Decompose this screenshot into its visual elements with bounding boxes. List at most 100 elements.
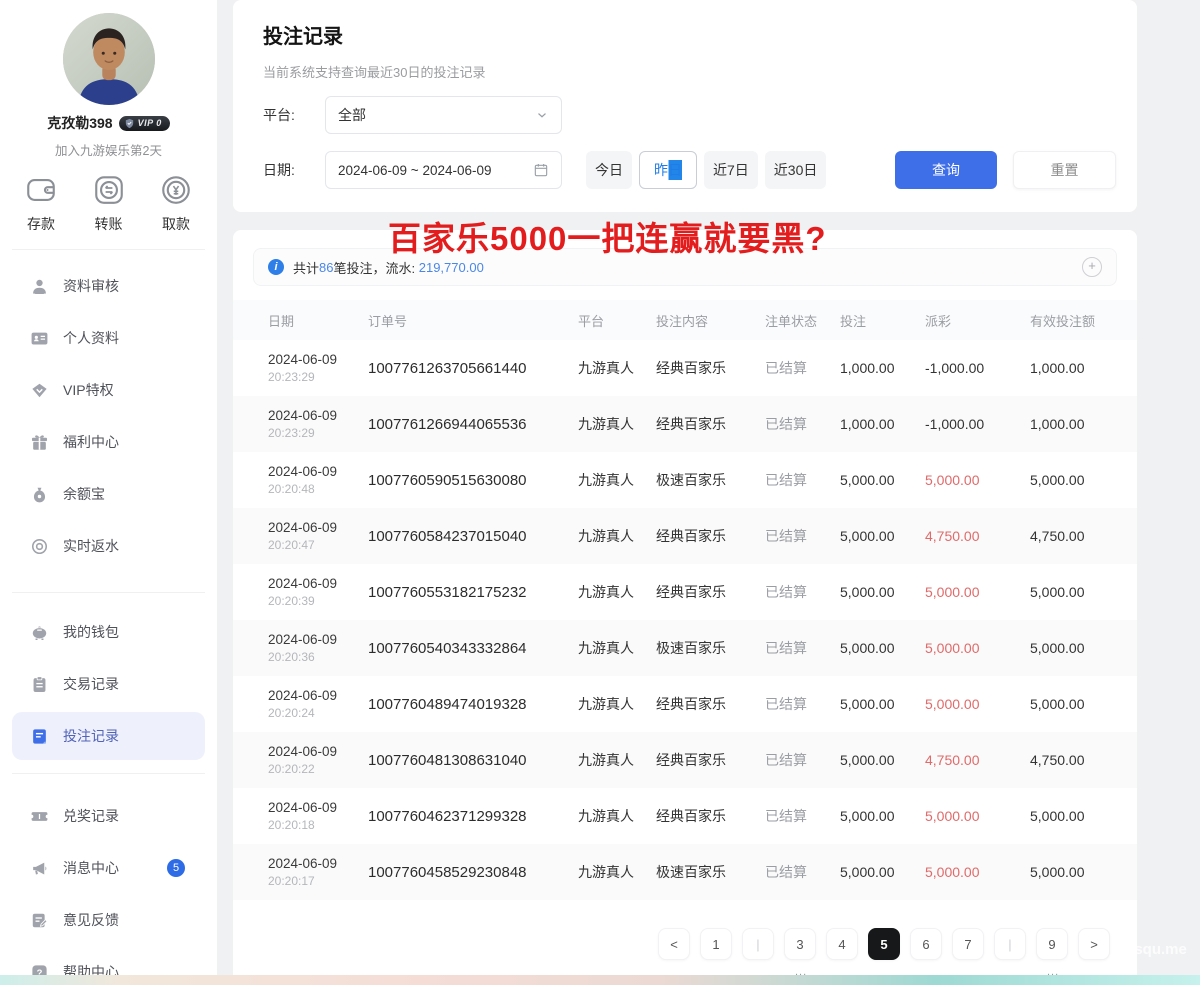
- sidebar-item-wallet[interactable]: 我的钱包: [0, 606, 217, 658]
- summary-count: 86: [319, 260, 333, 275]
- wallet-icon: [24, 173, 58, 207]
- sidebar-group-account: 资料审核 个人资料 VIP特权 福利中心: [0, 250, 217, 572]
- pagination-page-7[interactable]: 7: [952, 928, 984, 960]
- id-card-icon: [30, 329, 49, 348]
- sidebar-item-label: 资料审核: [63, 276, 119, 296]
- pagination: < 1 | 3 4 5 6 7 | 9 >: [233, 928, 1137, 960]
- deposit-label: 存款: [27, 214, 55, 234]
- summary-middle: 笔投注，流水:: [333, 258, 415, 277]
- table-row: 2024-06-0920:20:36 1007760540343332864 九…: [233, 620, 1137, 676]
- table-row: 2024-06-0920:20:18 1007760462371299328 九…: [233, 788, 1137, 844]
- vip-diamond-icon: [30, 381, 49, 400]
- col-status: 注单状态: [765, 311, 840, 330]
- pagination-page-3[interactable]: 3: [784, 928, 816, 960]
- pagination-page-4[interactable]: 4: [826, 928, 858, 960]
- sidebar-item-rebate[interactable]: 实时返水: [0, 520, 217, 572]
- piggy-bank-icon: [30, 623, 49, 642]
- ticket-icon: [30, 807, 49, 826]
- sidebar-item-personal-info[interactable]: 个人资料: [0, 312, 217, 364]
- sidebar-item-prize-records[interactable]: 兑奖记录: [0, 790, 217, 842]
- table-body: 2024-06-0920:23:29 1007761263705661440 九…: [233, 340, 1137, 900]
- page: 克孜勒398 VIP 0 加入九游娱乐第2天 存款: [0, 0, 1200, 985]
- sidebar-group-misc: 兑奖记录 消息中心 5 意见反馈 ? 帮助中心: [0, 774, 217, 985]
- sidebar-item-label: 意见反馈: [63, 910, 119, 930]
- message-count-badge: 5: [167, 859, 185, 877]
- sidebar-item-label: 投注记录: [63, 726, 119, 746]
- money-bag-icon: [30, 485, 49, 504]
- yuan-coin-icon: [159, 173, 193, 207]
- table-row: 2024-06-0920:20:48 1007760590515630080 九…: [233, 452, 1137, 508]
- vip-label: VIP 0: [138, 118, 162, 128]
- feedback-edit-icon: [30, 911, 49, 930]
- ellipsis-dots: ...: [795, 966, 807, 978]
- pagination-prev-button[interactable]: <: [658, 928, 690, 960]
- transfer-icon: [92, 173, 126, 207]
- sidebar-item-label: 交易记录: [63, 674, 119, 694]
- sidebar-item-label: 余额宝: [63, 484, 105, 504]
- transfer-button[interactable]: 转账: [92, 173, 126, 234]
- table-row: 2024-06-0920:23:29 1007761263705661440 九…: [233, 340, 1137, 396]
- table-row: 2024-06-0920:20:47 1007760584237015040 九…: [233, 508, 1137, 564]
- pagination-ellipsis-right[interactable]: |: [994, 928, 1026, 960]
- quick-actions: 存款 转账 取款: [0, 173, 217, 234]
- sidebar-item-feedback[interactable]: 意见反馈: [0, 894, 217, 946]
- withdraw-button[interactable]: 取款: [159, 173, 193, 234]
- sidebar-group-records: 我的钱包 交易记录 投注记录: [0, 593, 217, 760]
- sidebar-item-vip[interactable]: VIP特权: [0, 364, 217, 416]
- sidebar-item-label: VIP特权: [63, 380, 114, 400]
- pagination-page-5-active[interactable]: 5: [868, 928, 900, 960]
- platform-selected-value: 全部: [338, 105, 366, 125]
- platform-label: 平台:: [263, 105, 309, 125]
- platform-select[interactable]: 全部: [325, 96, 562, 134]
- col-order: 订单号: [368, 311, 578, 330]
- sidebar-item-messages[interactable]: 消息中心 5: [0, 842, 217, 894]
- vip-badge: VIP 0: [119, 116, 170, 131]
- megaphone-icon: [30, 859, 49, 878]
- sidebar-item-label: 个人资料: [63, 328, 119, 348]
- sidebar-item-label: 我的钱包: [63, 622, 119, 642]
- pagination-page-9[interactable]: 9: [1036, 928, 1068, 960]
- table-row: 2024-06-0920:20:24 1007760489474019328 九…: [233, 676, 1137, 732]
- sidebar-item-welfare[interactable]: 福利中心: [0, 416, 217, 468]
- col-platform: 平台: [578, 311, 656, 330]
- reset-button[interactable]: 重置: [1013, 151, 1116, 189]
- pagination-next-button[interactable]: >: [1078, 928, 1110, 960]
- gift-icon: [30, 433, 49, 452]
- date-range-value: 2024-06-09 ~ 2024-06-09: [338, 163, 492, 178]
- sidebar-item-profile-review[interactable]: 资料审核: [0, 260, 217, 312]
- watermark: esqu.me: [1126, 941, 1187, 958]
- range-30days-button[interactable]: 近30日: [765, 151, 827, 189]
- username: 克孜勒398: [47, 113, 112, 133]
- plus-circle-icon[interactable]: +: [1082, 257, 1102, 277]
- ellipsis-dots: ...: [1047, 966, 1059, 978]
- deposit-button[interactable]: 存款: [24, 173, 58, 234]
- sidebar-item-transactions[interactable]: 交易记录: [0, 658, 217, 710]
- transfer-label: 转账: [95, 214, 123, 234]
- sidebar-item-betting-records[interactable]: 投注记录: [12, 712, 205, 760]
- table-header: 日期 订单号 平台 投注内容 注单状态 投注 派彩 有效投注额: [233, 300, 1137, 340]
- pagination-ellipsis-left[interactable]: |: [742, 928, 774, 960]
- range-yesterday-button[interactable]: 昨日: [639, 151, 697, 189]
- pagination-page-1[interactable]: 1: [700, 928, 732, 960]
- chevron-down-icon: [535, 108, 549, 122]
- filter-card: 投注记录 当前系统支持查询最近30日的投注记录 平台: 全部 日期: 2024-…: [233, 0, 1137, 212]
- col-date: 日期: [268, 311, 368, 330]
- calendar-icon: [533, 162, 549, 178]
- user-check-icon: [30, 277, 49, 296]
- bottom-gradient-strip: [0, 975, 1200, 985]
- query-button[interactable]: 查询: [895, 151, 997, 189]
- sidebar: 克孜勒398 VIP 0 加入九游娱乐第2天 存款: [0, 0, 217, 975]
- pagination-page-6[interactable]: 6: [910, 928, 942, 960]
- sidebar-item-yuebao[interactable]: 余额宝: [0, 468, 217, 520]
- sidebar-item-label: 福利中心: [63, 432, 119, 452]
- betting-record-icon: [30, 727, 49, 746]
- range-today-button[interactable]: 今日: [586, 151, 632, 189]
- date-range-input[interactable]: 2024-06-09 ~ 2024-06-09: [325, 151, 562, 189]
- summary-prefix: 共计: [293, 258, 319, 277]
- info-icon: i: [268, 259, 284, 275]
- quick-range-group: 今日 昨日 近7日 近30日: [586, 151, 826, 189]
- col-bet: 投注: [840, 311, 925, 330]
- join-note: 加入九游娱乐第2天: [0, 140, 217, 159]
- col-payout: 派彩: [925, 311, 1030, 330]
- range-7days-button[interactable]: 近7日: [704, 151, 758, 189]
